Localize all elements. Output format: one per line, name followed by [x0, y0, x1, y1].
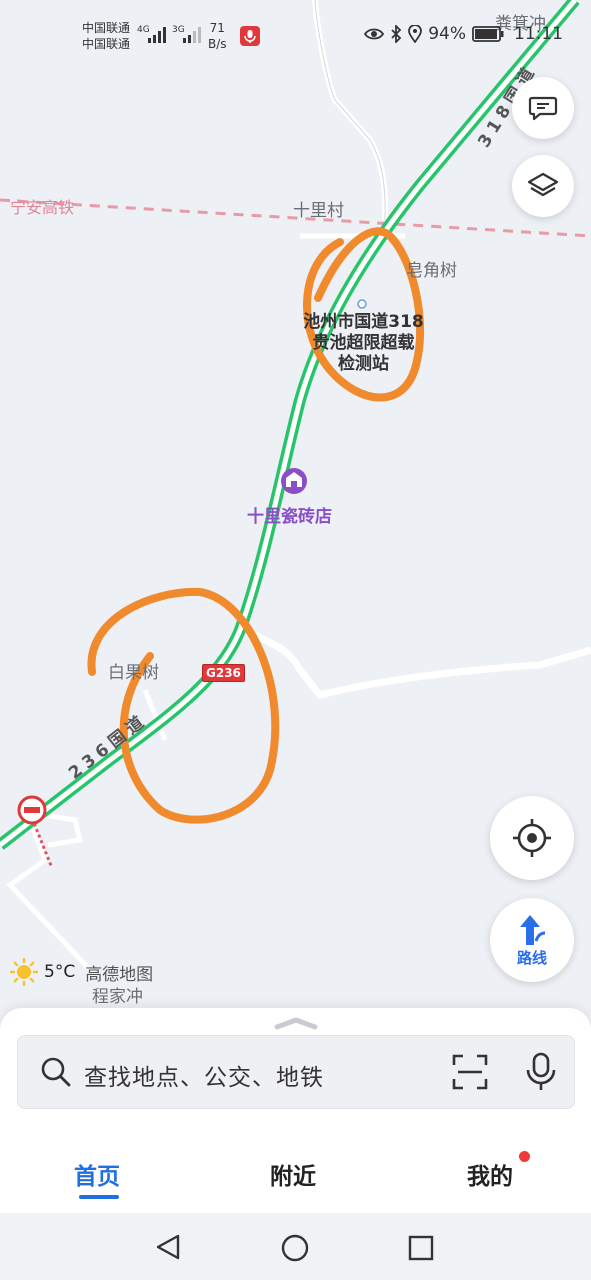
system-nav-bar: [0, 1213, 591, 1280]
temperature: 5°C: [44, 962, 76, 982]
search-bar[interactable]: 查找地点、公交、地铁: [17, 1035, 575, 1109]
crosshair-icon: [513, 819, 551, 857]
tab-bar: 首页 附近 我的: [0, 1133, 591, 1213]
scan-icon[interactable]: [452, 1054, 488, 1090]
notification-badge: [519, 1151, 530, 1162]
system-icons: 94% 11:11: [364, 24, 563, 44]
route-button[interactable]: 路线: [490, 898, 574, 982]
carrier-1: 中国联通: [82, 21, 131, 35]
map-label-baiguoshu[interactable]: 白果树: [108, 658, 159, 683]
back-icon[interactable]: [154, 1233, 182, 1261]
carrier-2: 中国联通: [82, 37, 131, 51]
speed-unit: B/s: [208, 37, 227, 51]
locate-button[interactable]: [490, 796, 574, 880]
search-input[interactable]: 查找地点、公交、地铁: [84, 1058, 324, 1092]
route-button-label: 路线: [516, 948, 547, 967]
layers-button[interactable]: [512, 155, 574, 217]
weather-widget[interactable]: 5°C 高德地图: [10, 958, 153, 986]
search-icon: [41, 1057, 71, 1087]
tab-home-indicator: [79, 1195, 119, 1199]
bottom-sheet[interactable]: 查找地点、公交、地铁: [0, 1008, 591, 1133]
station-label[interactable]: 池州市国道318 贵池超限超载 检测站: [296, 312, 431, 375]
network-speed: 71 B/s: [208, 20, 227, 52]
map-label-railway: 宁安高铁: [10, 198, 75, 217]
message-icon: [528, 96, 558, 121]
brand-watermark: 高德地图: [85, 964, 154, 985]
clock: 11:11: [514, 24, 563, 44]
station-label-line1: 池州市国道318: [303, 312, 424, 332]
recents-icon[interactable]: [407, 1234, 435, 1262]
poi-label-tile-shop[interactable]: 十里瓷砖店: [247, 502, 332, 527]
speed-value: 71: [209, 21, 225, 35]
sheet-handle-icon[interactable]: [274, 1016, 318, 1030]
map-label-zaojiaoshu[interactable]: 皂角树: [406, 256, 457, 281]
location-icon: [408, 25, 423, 43]
status-bar: 中国联通 中国联通 4G 3G 71 B/s 94% 11:11: [0, 0, 591, 70]
tab-mine[interactable]: 我的: [467, 1157, 513, 1191]
carrier-labels: 中国联通 中国联通: [82, 20, 130, 52]
tab-nearby[interactable]: 附近: [270, 1157, 316, 1191]
station-label-line3: 检测站: [338, 354, 389, 374]
battery-icon: [472, 26, 504, 42]
signal-bars-1-icon: [148, 27, 166, 43]
route-arrow-icon: [520, 914, 546, 945]
tile-shop-pin-icon[interactable]: [281, 468, 307, 494]
bluetooth-icon: [391, 25, 402, 43]
station-label-line2: 贵池超限超载: [312, 333, 415, 353]
battery-percent: 94%: [428, 24, 466, 44]
tab-home[interactable]: 首页: [74, 1157, 120, 1191]
sun-icon: [10, 958, 38, 986]
road-shield-g236: G236: [202, 664, 245, 682]
home-icon[interactable]: [280, 1233, 310, 1263]
microphone-icon[interactable]: [525, 1052, 557, 1092]
signal-bars-2-icon: [183, 27, 201, 43]
eye-icon: [364, 28, 385, 40]
recording-icon: [240, 26, 260, 46]
map-label-shili-village[interactable]: 十里村: [293, 196, 344, 221]
feedback-button[interactable]: [512, 77, 574, 139]
layers-icon: [527, 172, 559, 197]
